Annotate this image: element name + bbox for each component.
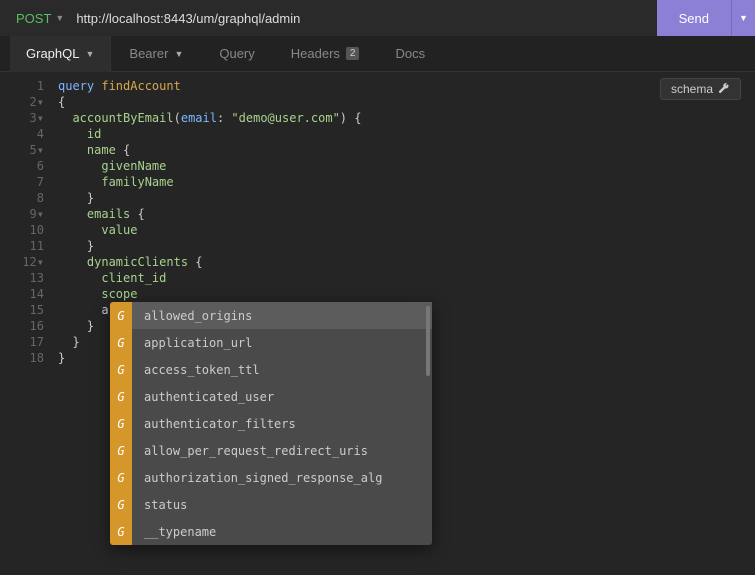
autocomplete-item[interactable]: allowed_origins bbox=[132, 302, 432, 329]
line-number: 9▾ bbox=[0, 206, 44, 222]
autocomplete-popup: GGGGGGGGG allowed_originsapplication_url… bbox=[110, 302, 432, 545]
body-type-tab[interactable]: GraphQL ▼ bbox=[10, 36, 111, 72]
send-button[interactable]: Send bbox=[657, 0, 731, 36]
docs-tab[interactable]: Docs bbox=[377, 36, 443, 72]
headers-tab[interactable]: Headers 2 bbox=[273, 36, 378, 72]
request-bar: POST ▼ Send ▼ bbox=[0, 0, 755, 36]
caret-down-icon: ▼ bbox=[85, 49, 94, 59]
body-type-label: GraphQL bbox=[26, 46, 79, 61]
autocomplete-item[interactable]: authenticator_filters bbox=[132, 410, 432, 437]
autocomplete-type-badge: G bbox=[110, 464, 132, 491]
autocomplete-item[interactable]: status bbox=[132, 491, 432, 518]
autocomplete-type-badge: G bbox=[110, 491, 132, 518]
toolbar: GraphQL ▼ Bearer ▼ Query Headers 2 Docs bbox=[0, 36, 755, 72]
line-number: 2▾ bbox=[0, 94, 44, 110]
autocomplete-item[interactable]: allow_per_request_redirect_uris bbox=[132, 437, 432, 464]
headers-count-badge: 2 bbox=[346, 47, 360, 60]
scrollbar-thumb[interactable] bbox=[426, 306, 430, 376]
autocomplete-type-badge: G bbox=[110, 518, 132, 545]
line-number: 18 bbox=[0, 350, 44, 366]
docs-tab-label: Docs bbox=[395, 46, 425, 61]
caret-down-icon: ▼ bbox=[174, 49, 183, 59]
line-number: 11 bbox=[0, 238, 44, 254]
autocomplete-item[interactable]: authenticated_user bbox=[132, 383, 432, 410]
auth-tab[interactable]: Bearer ▼ bbox=[111, 36, 201, 72]
line-number: 3▾ bbox=[0, 110, 44, 126]
send-dropdown-button[interactable]: ▼ bbox=[731, 0, 755, 36]
autocomplete-type-badge: G bbox=[110, 383, 132, 410]
autocomplete-item[interactable]: authorization_signed_response_alg bbox=[132, 464, 432, 491]
line-number: 17 bbox=[0, 334, 44, 350]
method-caret-icon[interactable]: ▼ bbox=[55, 13, 64, 23]
line-number: 12▾ bbox=[0, 254, 44, 270]
wrench-icon bbox=[718, 83, 730, 95]
line-number: 5▾ bbox=[0, 142, 44, 158]
line-number: 1 bbox=[0, 78, 44, 94]
autocomplete-type-badge: G bbox=[110, 302, 132, 329]
schema-button-label: schema bbox=[671, 82, 713, 96]
autocomplete-type-badge: G bbox=[110, 437, 132, 464]
headers-tab-label: Headers bbox=[291, 46, 340, 61]
line-number: 10 bbox=[0, 222, 44, 238]
auth-tab-label: Bearer bbox=[129, 46, 168, 61]
autocomplete-type-badge: G bbox=[110, 329, 132, 356]
schema-button[interactable]: schema bbox=[660, 78, 741, 100]
query-tab[interactable]: Query bbox=[201, 36, 272, 72]
line-number: 13 bbox=[0, 270, 44, 286]
line-gutter: 1 2▾3▾4 5▾6 7 8 9▾10 11 12▾13 14 15 16 1… bbox=[0, 78, 52, 366]
line-number: 16 bbox=[0, 318, 44, 334]
autocomplete-badge-column: GGGGGGGGG bbox=[110, 302, 132, 545]
autocomplete-list: allowed_originsapplication_urlaccess_tok… bbox=[132, 302, 432, 545]
autocomplete-type-badge: G bbox=[110, 410, 132, 437]
url-input[interactable] bbox=[76, 11, 656, 26]
autocomplete-type-badge: G bbox=[110, 356, 132, 383]
line-number: 4 bbox=[0, 126, 44, 142]
autocomplete-item[interactable]: access_token_ttl bbox=[132, 356, 432, 383]
autocomplete-item[interactable]: application_url bbox=[132, 329, 432, 356]
line-number: 7 bbox=[0, 174, 44, 190]
query-tab-label: Query bbox=[219, 46, 254, 61]
autocomplete-item[interactable]: __typename bbox=[132, 518, 432, 545]
http-method[interactable]: POST bbox=[16, 11, 51, 26]
line-number: 14 bbox=[0, 286, 44, 302]
line-number: 15 bbox=[0, 302, 44, 318]
line-number: 8 bbox=[0, 190, 44, 206]
code-editor[interactable]: schema 1 2▾3▾4 5▾6 7 8 9▾10 11 12▾13 14 … bbox=[0, 72, 755, 575]
line-number: 6 bbox=[0, 158, 44, 174]
